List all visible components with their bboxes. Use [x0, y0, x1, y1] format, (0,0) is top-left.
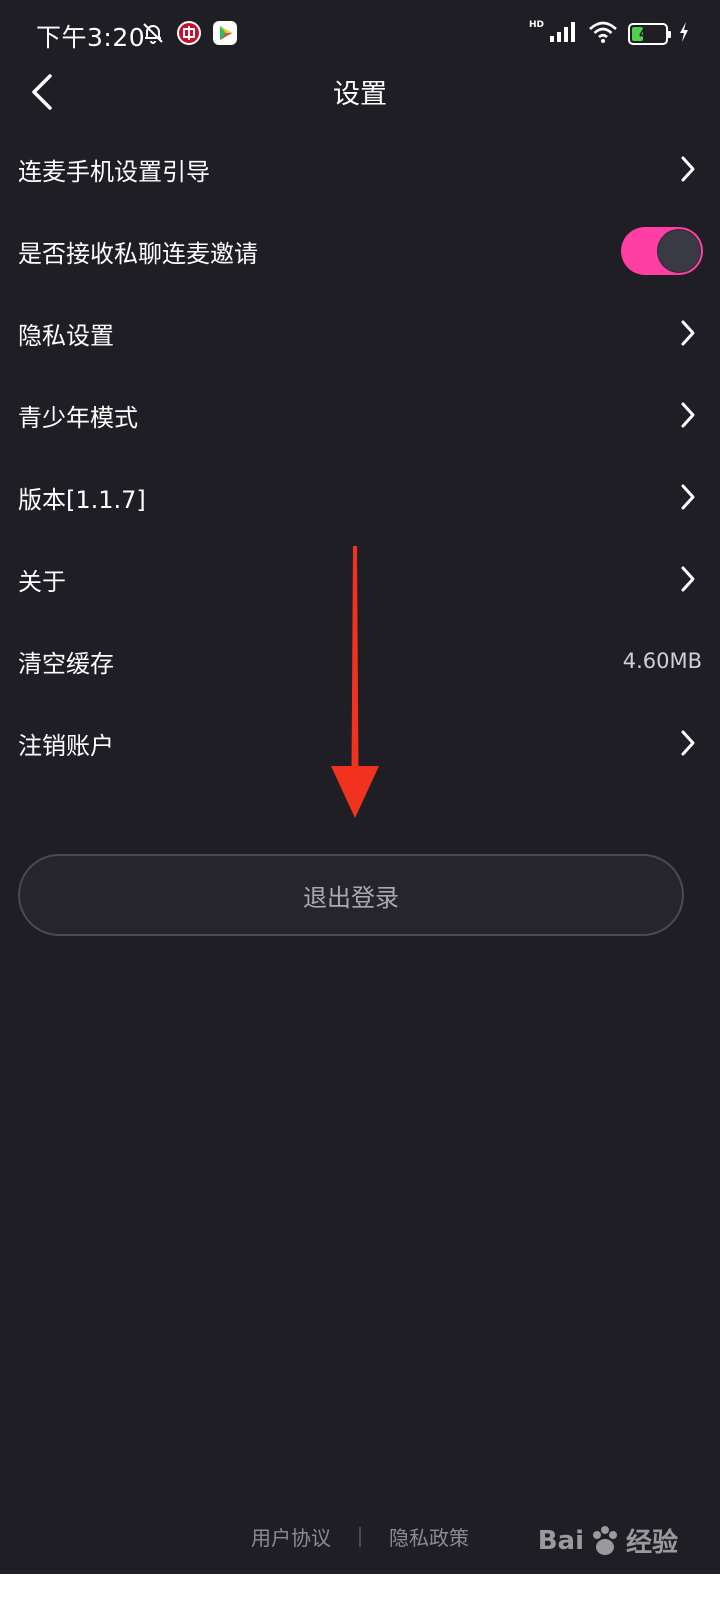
- cache-size-value: 4.60MB: [622, 649, 702, 673]
- setting-item-private-invite: 是否接收私聊连麦邀请: [0, 210, 720, 292]
- nav-bar: 设置: [0, 60, 720, 124]
- hd-label: HD: [528, 20, 544, 30]
- footer-divider: [359, 1526, 361, 1547]
- chevron-right-icon: [676, 400, 700, 430]
- chevron-right-icon: [676, 564, 700, 594]
- baidu-watermark: Bai 经验: [538, 1522, 678, 1559]
- home-indicator[interactable]: [225, 1580, 491, 1587]
- wifi-icon: [588, 20, 618, 48]
- chevron-right-icon: [676, 482, 700, 512]
- setting-item-label: 连麦手机设置引导: [18, 157, 210, 186]
- bottom-strip: [0, 1574, 720, 1600]
- watermark-text-left: Bai: [537, 1525, 584, 1556]
- page-title: 设置: [333, 79, 387, 110]
- setting-item-version[interactable]: 版本[1.1.7]: [0, 456, 720, 538]
- bank-app-icon: [176, 20, 202, 46]
- play-store-icon: [212, 20, 238, 46]
- setting-item-mic-link-guide[interactable]: 连麦手机设置引导: [0, 128, 720, 210]
- chevron-right-icon: [676, 154, 700, 184]
- setting-item-teen-mode[interactable]: 青少年模式: [0, 374, 720, 456]
- notification-icons: [140, 20, 238, 46]
- toggle-knob: [658, 230, 700, 272]
- charging-bolt-icon: [678, 21, 690, 47]
- logout-button[interactable]: 退出登录: [18, 854, 684, 936]
- user-agreement-link[interactable]: 用户协议: [251, 1522, 331, 1551]
- bell-muted-icon: [140, 20, 166, 46]
- status-time: 下午3:20: [36, 23, 146, 52]
- system-icons: HD 42: [529, 20, 690, 48]
- annotation-arrow-down-icon: [331, 546, 379, 818]
- setting-item-label: 青少年模式: [18, 403, 138, 432]
- signal-icon: [548, 20, 578, 48]
- setting-item-label: 版本[1.1.7]: [18, 485, 146, 514]
- private-invite-toggle[interactable]: [621, 227, 703, 275]
- setting-item-label: 隐私设置: [18, 321, 114, 350]
- setting-item-label: 是否接收私聊连麦邀请: [18, 239, 258, 268]
- privacy-policy-link[interactable]: 隐私政策: [389, 1522, 469, 1551]
- setting-item-label: 清空缓存: [18, 649, 114, 678]
- chevron-right-icon: [676, 728, 700, 758]
- paw-icon: [592, 1525, 617, 1555]
- chevron-right-icon: [676, 318, 700, 348]
- setting-item-privacy[interactable]: 隐私设置: [0, 292, 720, 374]
- battery-indicator: 42: [628, 23, 671, 45]
- status-bar: 下午3:20 HD 42: [0, 0, 720, 68]
- battery-level: 42: [638, 26, 658, 42]
- watermark-text-right: 经验: [625, 1528, 678, 1558]
